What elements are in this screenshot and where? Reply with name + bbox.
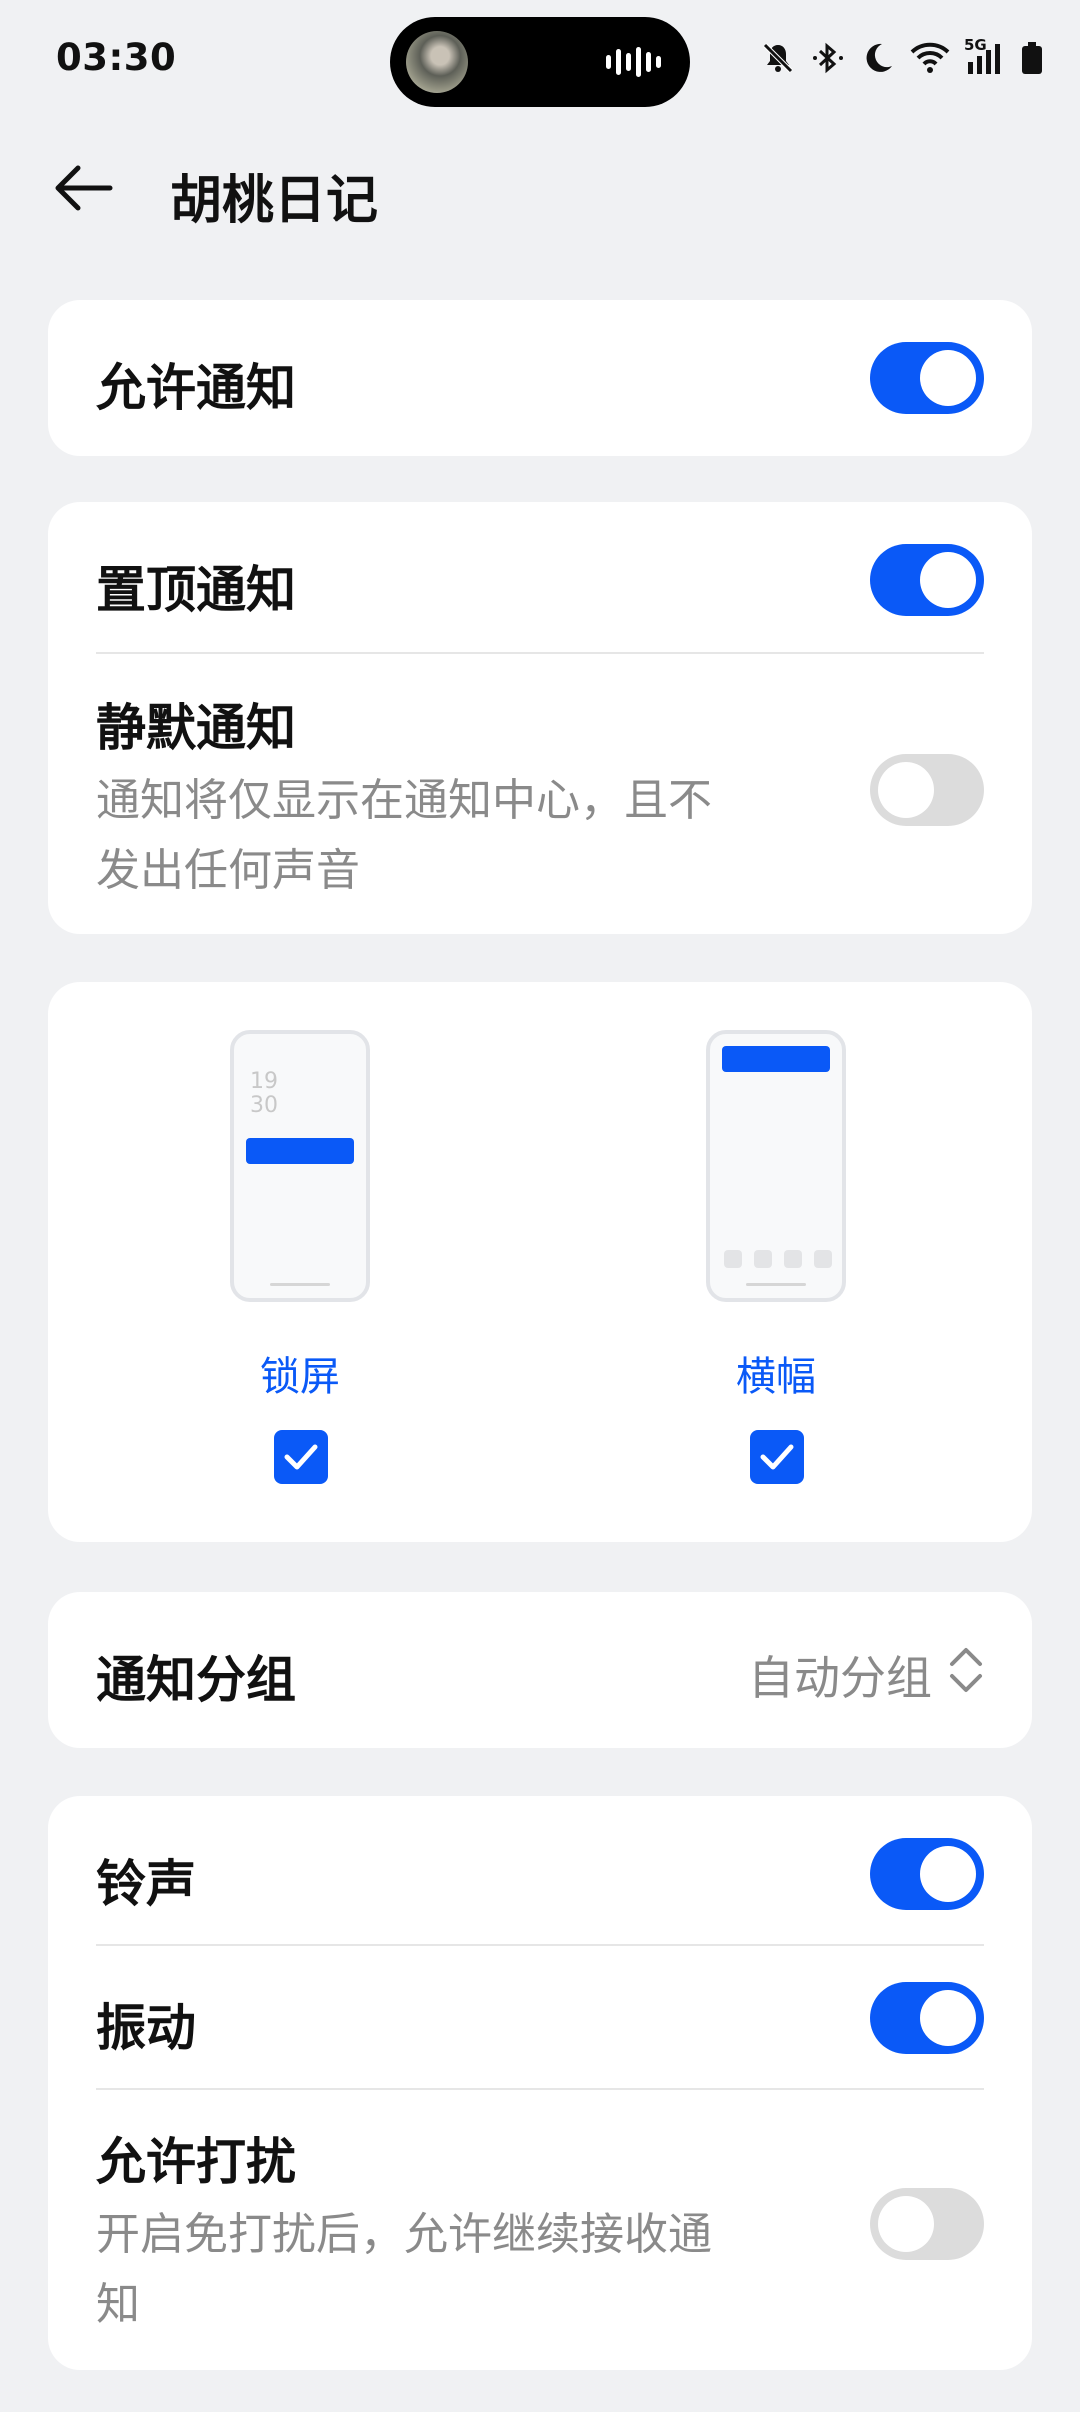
toggle-knob <box>920 552 976 608</box>
checkmark-icon <box>284 1444 318 1470</box>
checkmark-icon <box>760 1444 794 1470</box>
notification-style-card: 置顶通知 静默通知 通知将仅显示在通知中心，且不 发出任何声音 <box>48 502 1032 934</box>
bluetooth-icon <box>813 42 843 74</box>
vibration-toggle[interactable] <box>870 1982 984 2054</box>
back-arrow-icon[interactable] <box>48 152 120 224</box>
silent-notification-row: 静默通知 通知将仅显示在通知中心，且不 发出任何声音 <box>96 688 802 906</box>
toggle-knob <box>920 350 976 406</box>
notification-grouping-value: 自动分组 <box>748 1651 932 1705</box>
preview-dock-icon <box>814 1250 832 1268</box>
preview-home-indicator <box>270 1283 330 1286</box>
lockscreen-checkbox[interactable] <box>274 1430 328 1484</box>
silent-notification-desc: 通知将仅显示在通知中心，且不 发出任何声音 <box>96 766 802 906</box>
divider <box>96 2088 984 2090</box>
moon-icon <box>866 43 892 72</box>
media-avatar <box>406 31 468 93</box>
allow-dnd-desc: 开启免打扰后，允许继续接收通 知 <box>96 2200 802 2340</box>
preview-dock-icon <box>754 1250 772 1268</box>
pinned-notification-label: 置顶通知 <box>96 561 296 619</box>
dnd-row: 允许打扰 开启免打扰后，允许继续接收通 知 <box>96 2122 802 2340</box>
pinned-notification-toggle[interactable] <box>870 544 984 616</box>
silent-notification-toggle[interactable] <box>870 754 984 826</box>
audio-wave-icon <box>606 47 661 77</box>
dnd-desc-line1: 开启免打扰后，允许继续接收通 <box>96 2209 712 2260</box>
dnd-desc-line2: 知 <box>96 2279 140 2330</box>
allow-notifications-card: 允许通知 <box>48 300 1032 456</box>
preview-dock-icon <box>724 1250 742 1268</box>
preview-card: 19 30 锁屏 横幅 <box>48 982 1032 1542</box>
banner-preview-image[interactable] <box>706 1030 846 1302</box>
wifi-icon <box>910 42 950 73</box>
ringtone-label: 铃声 <box>96 1855 196 1913</box>
lockscreen-preview-image[interactable]: 19 30 <box>230 1030 370 1302</box>
banner-label: 横幅 <box>736 1354 816 1400</box>
status-time: 03:30 <box>56 36 177 79</box>
banner-checkbox[interactable] <box>750 1430 804 1484</box>
page-title: 胡桃日记 <box>170 171 379 231</box>
dynamic-island[interactable] <box>390 17 690 107</box>
header: 胡桃日记 <box>0 140 1080 240</box>
divider <box>96 1944 984 1946</box>
sound-card: 铃声 振动 允许打扰 开启免打扰后，允许继续接收通 知 <box>48 1796 1032 2370</box>
preview-home-indicator <box>746 1283 806 1286</box>
lockscreen-label: 锁屏 <box>260 1354 340 1400</box>
silent-desc-line2: 发出任何声音 <box>96 845 360 896</box>
preview-notification-bar <box>246 1138 354 1164</box>
toggle-knob <box>878 762 934 818</box>
divider <box>96 652 984 654</box>
up-down-chevron-icon <box>950 1648 982 1692</box>
status-bar: 03:30 5G <box>0 0 1080 120</box>
silent-desc-line1: 通知将仅显示在通知中心，且不 <box>96 775 712 826</box>
ringtone-toggle[interactable] <box>870 1838 984 1910</box>
battery-icon <box>1022 42 1042 74</box>
allow-notifications-toggle[interactable] <box>870 342 984 414</box>
notification-grouping-card[interactable]: 通知分组 自动分组 <box>48 1592 1032 1748</box>
bell-off-icon <box>763 43 793 73</box>
status-icons: 5G <box>760 36 1044 78</box>
toggle-knob <box>920 1990 976 2046</box>
allow-notifications-label: 允许通知 <box>96 359 296 417</box>
silent-notification-label: 静默通知 <box>96 699 296 757</box>
allow-dnd-toggle[interactable] <box>870 2188 984 2260</box>
preview-clock: 19 30 <box>250 1069 278 1118</box>
allow-dnd-label: 允许打扰 <box>96 2133 296 2191</box>
toggle-knob <box>920 1846 976 1902</box>
toggle-knob <box>878 2196 934 2252</box>
vibration-label: 振动 <box>96 1999 196 2057</box>
5g-signal-icon: 5G <box>964 36 1006 76</box>
preview-dock-icon <box>784 1250 802 1268</box>
preview-banner-bar <box>722 1046 830 1072</box>
